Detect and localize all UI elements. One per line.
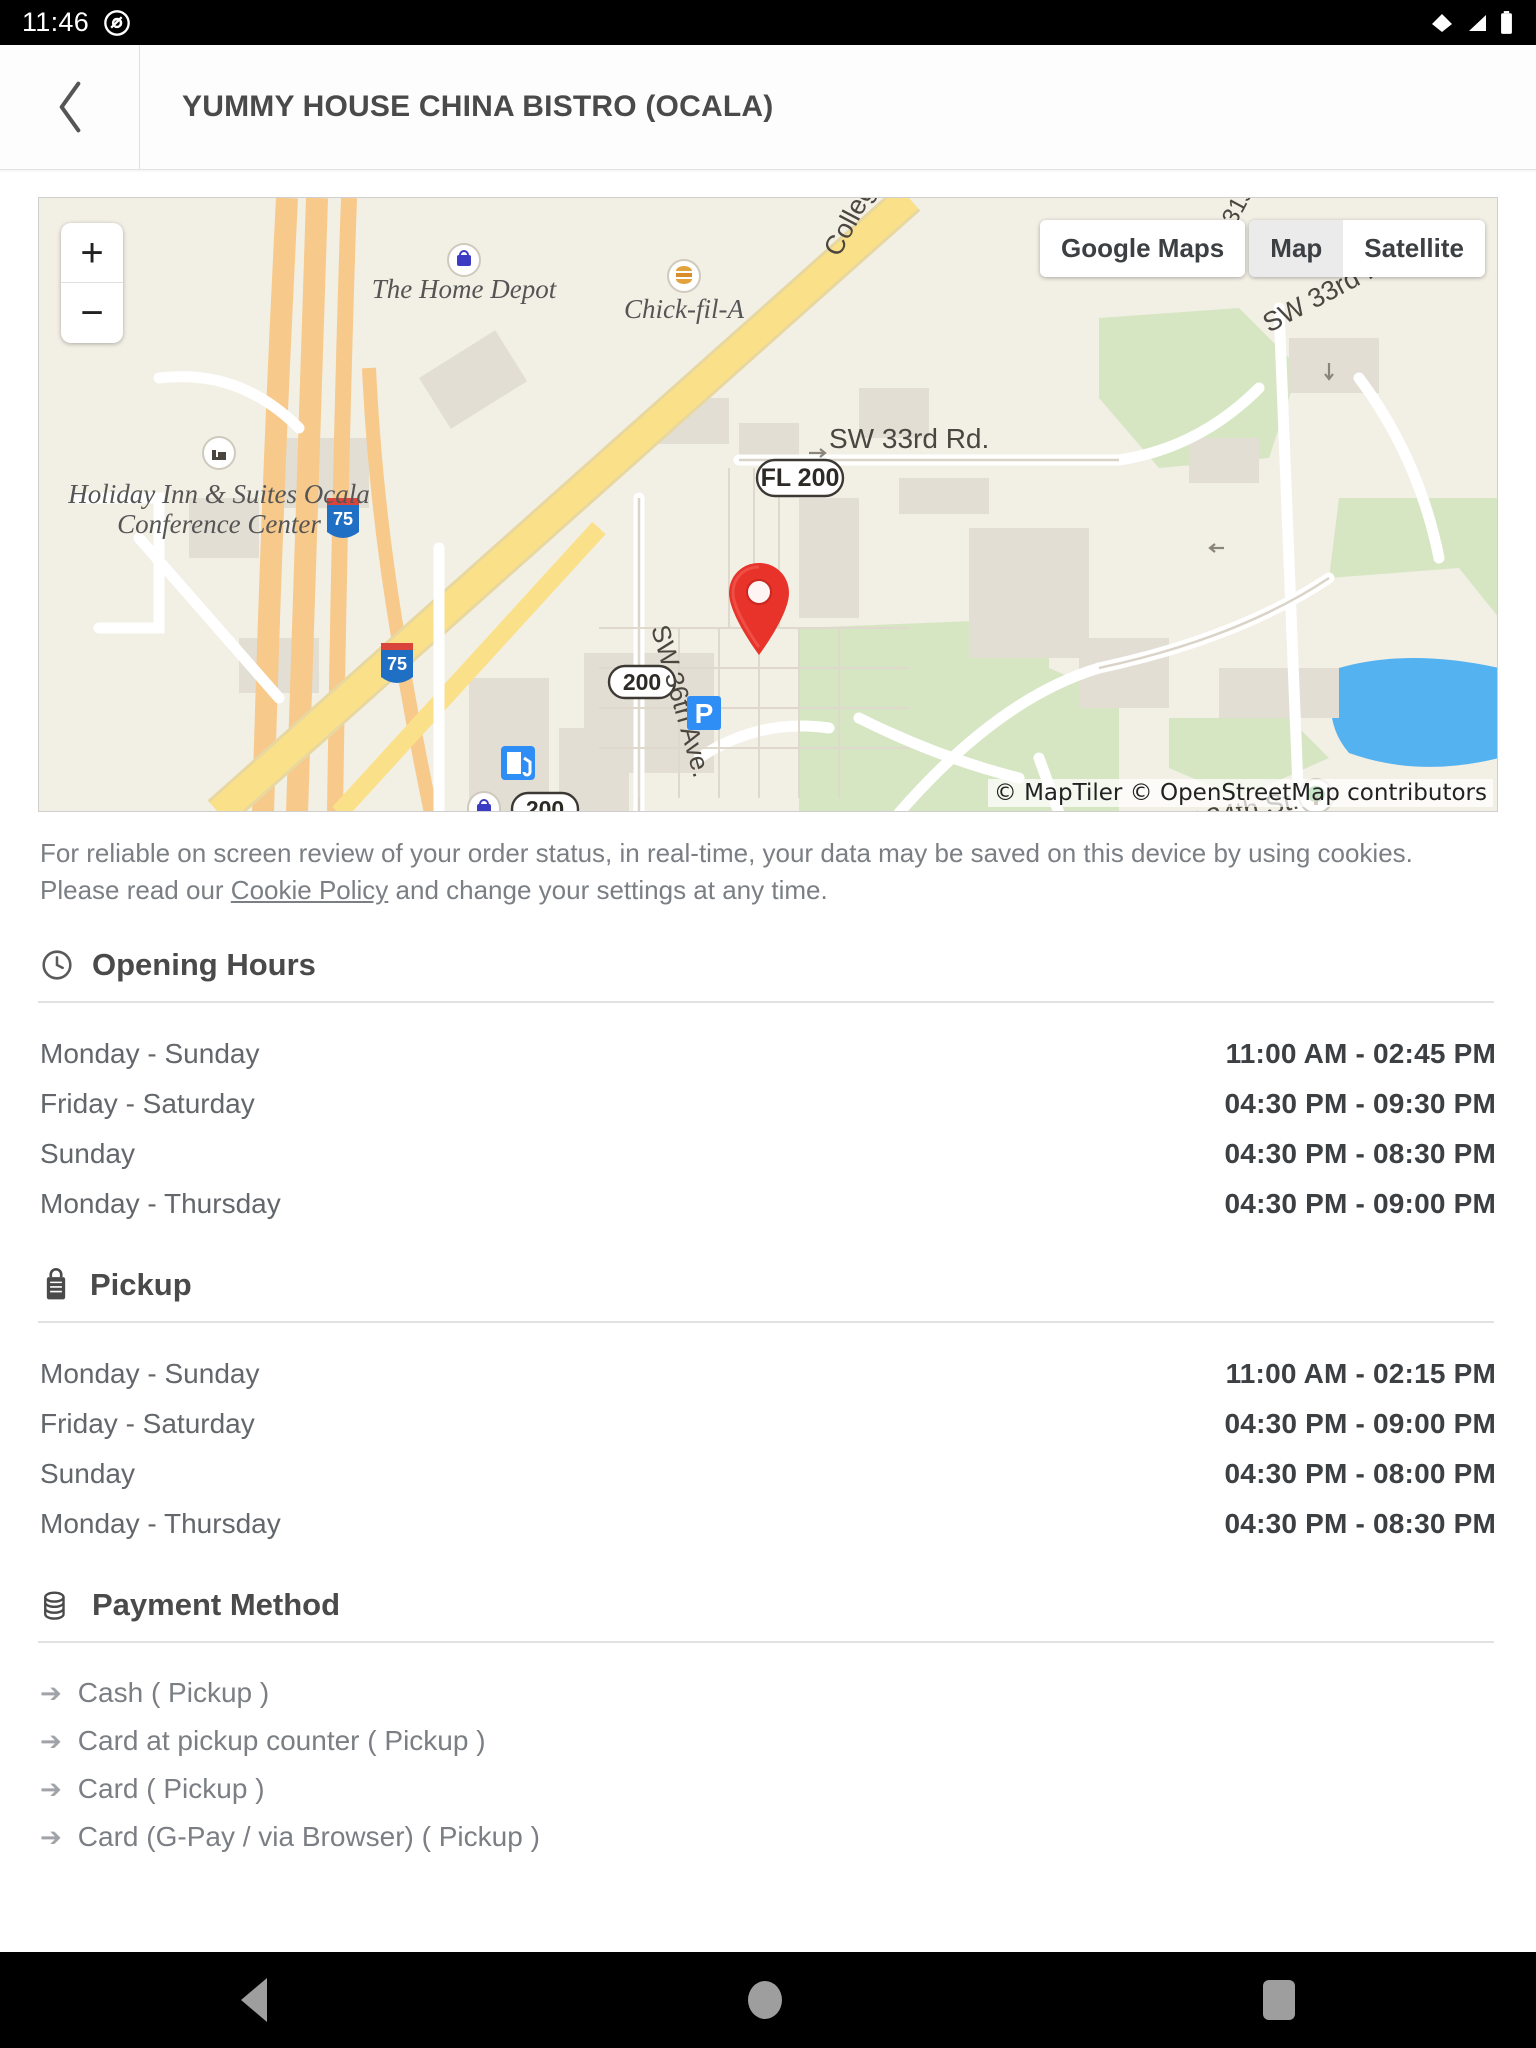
map-canvas[interactable]: FL 200 200 200 FL 200 75 <box>38 197 1498 812</box>
list-item: ➔ Card at pickup counter ( Pickup ) <box>40 1717 1496 1765</box>
payment-method-list: ➔ Cash ( Pickup ) ➔ Card at pickup count… <box>40 1643 1496 1861</box>
payment-method-label: Card at pickup counter ( Pickup ) <box>77 1724 486 1756</box>
payment-method-label: Cash ( Pickup ) <box>77 1676 270 1708</box>
pickup-rows: Monday - Sunday 11:00 AM - 02:15 PM Frid… <box>40 1323 1496 1549</box>
arrow-right-icon: ➔ <box>40 1773 62 1804</box>
table-row: Monday - Thursday 04:30 PM - 08:30 PM <box>40 1499 1496 1549</box>
status-bar-left: 11:46 <box>22 7 131 38</box>
payment-method-label: Card (G-Pay / via Browser) ( Pickup ) <box>77 1820 540 1852</box>
opening-hours-header: Opening Hours <box>40 909 1496 1001</box>
svg-text:P: P <box>695 698 714 729</box>
hours-day: Sunday <box>40 1137 135 1169</box>
map-poi-gas-station <box>501 746 535 780</box>
table-row: Friday - Saturday 04:30 PM - 09:30 PM <box>40 1079 1496 1129</box>
opening-hours-rows: Monday - Sunday 11:00 AM - 02:45 PM Frid… <box>40 1003 1496 1229</box>
list-item: ➔ Card ( Pickup ) <box>40 1765 1496 1813</box>
svg-text:75: 75 <box>333 509 353 529</box>
map-type-map-button[interactable]: Map <box>1249 220 1344 277</box>
svg-text:Holiday Inn & Suites Ocala: Holiday Inn & Suites Ocala <box>67 479 369 509</box>
table-row: Monday - Sunday 11:00 AM - 02:45 PM <box>40 1029 1496 1079</box>
map-poi-parking: P <box>687 696 721 730</box>
hours-time: 04:30 PM - 09:00 PM <box>1224 1187 1496 1219</box>
shopping-bag-icon <box>46 1267 66 1300</box>
table-row: Friday - Saturday 04:30 PM - 09:00 PM <box>40 1399 1496 1449</box>
svg-text:FL 200: FL 200 <box>761 464 840 492</box>
pickup-header: Pickup <box>40 1229 1496 1321</box>
zoom-out-button[interactable]: − <box>61 283 123 343</box>
pickup-day: Monday - Thursday <box>40 1507 281 1539</box>
map-zoom-controls[interactable]: + − <box>61 223 123 343</box>
pickup-time: 04:30 PM - 09:00 PM <box>1224 1407 1496 1439</box>
pickup-section: Pickup Monday - Sunday 11:00 AM - 02:15 … <box>38 1229 1496 1549</box>
coins-icon <box>44 1591 65 1620</box>
payment-method-title: Payment Method <box>92 1586 341 1622</box>
svg-text:Conference Center: Conference Center <box>117 509 321 539</box>
chevron-left-icon <box>59 81 80 133</box>
table-row: Monday - Sunday 11:00 AM - 02:15 PM <box>40 1349 1496 1399</box>
svg-text:200: 200 <box>623 669 661 695</box>
pickup-time: 04:30 PM - 08:00 PM <box>1224 1457 1496 1489</box>
cookie-notice: For reliable on screen review of your or… <box>40 835 1470 909</box>
status-bar: 11:46 <box>0 0 1536 45</box>
google-maps-button[interactable]: Google Maps <box>1040 220 1246 277</box>
svg-text:200: 200 <box>526 796 564 812</box>
status-bar-clock: 11:46 <box>22 7 90 37</box>
battery-icon <box>1501 10 1512 34</box>
map-attribution: © MapTiler © OpenStreetMap contributors <box>987 779 1493 807</box>
svg-text:Chick-fil-A: Chick-fil-A <box>624 294 744 324</box>
home-circle-icon[interactable] <box>747 1981 782 2019</box>
map-tiles: FL 200 200 200 FL 200 75 <box>39 198 1497 812</box>
hours-day: Monday - Thursday <box>40 1187 281 1219</box>
recents-square-icon[interactable] <box>1263 1980 1296 2020</box>
table-row: Sunday 04:30 PM - 08:00 PM <box>40 1449 1496 1499</box>
back-button[interactable] <box>0 45 140 169</box>
opening-hours-title: Opening Hours <box>92 946 316 982</box>
clock-icon <box>42 950 72 980</box>
payment-method-label: Card ( Pickup ) <box>77 1772 265 1804</box>
status-bar-right <box>1429 10 1514 36</box>
hours-time: 04:30 PM - 08:30 PM <box>1224 1137 1496 1169</box>
hours-time: 11:00 AM - 02:45 PM <box>1225 1037 1496 1069</box>
map-type-toggle-group[interactable]: Map Satellite <box>1249 220 1485 277</box>
table-row: Monday - Thursday 04:30 PM - 09:00 PM <box>40 1179 1496 1229</box>
app-header: YUMMY HOUSE CHINA BISTRO (OCALA) <box>0 45 1536 170</box>
payment-method-section: Payment Method ➔ Cash ( Pickup ) ➔ Card … <box>38 1549 1496 1861</box>
pickup-title: Pickup <box>90 1266 192 1302</box>
hours-day: Monday - Sunday <box>40 1037 260 1069</box>
notification-icon <box>104 9 130 36</box>
map-layer-controls[interactable]: Google Maps Map Satellite <box>1040 220 1485 277</box>
pickup-day: Sunday <box>40 1457 135 1489</box>
signal-icon <box>1469 14 1486 31</box>
map-type-satellite-button[interactable]: Satellite <box>1343 220 1485 277</box>
android-nav-bar <box>0 1952 1536 2048</box>
cookie-policy-link[interactable]: Cookie Policy <box>231 875 389 905</box>
table-row: Sunday 04:30 PM - 08:30 PM <box>40 1129 1496 1179</box>
back-triangle-icon[interactable] <box>240 1978 267 2022</box>
arrow-right-icon: ➔ <box>40 1677 62 1708</box>
wifi-icon <box>1432 13 1452 32</box>
list-item: ➔ Card (G-Pay / via Browser) ( Pickup ) <box>40 1813 1496 1861</box>
opening-hours-section: Opening Hours Monday - Sunday 11:00 AM -… <box>38 909 1496 1229</box>
map-section: FL 200 200 200 FL 200 75 <box>0 170 1536 812</box>
pickup-day: Monday - Sunday <box>40 1357 260 1389</box>
arrow-right-icon: ➔ <box>40 1821 62 1852</box>
list-item: ➔ Cash ( Pickup ) <box>40 1669 1496 1717</box>
hours-day: Friday - Saturday <box>40 1087 255 1119</box>
svg-text:75: 75 <box>387 654 407 674</box>
pickup-day: Friday - Saturday <box>40 1407 255 1439</box>
svg-text:The Home Depot: The Home Depot <box>372 274 558 304</box>
map-road-label: SW 33rd Rd. <box>829 423 989 454</box>
zoom-in-button[interactable]: + <box>61 223 123 283</box>
payment-method-header: Payment Method <box>40 1549 1496 1641</box>
pickup-time: 04:30 PM - 08:30 PM <box>1224 1507 1496 1539</box>
cookie-notice-text-after: and change your settings at any time. <box>388 874 828 905</box>
pickup-time: 11:00 AM - 02:15 PM <box>1225 1357 1496 1389</box>
arrow-right-icon: ➔ <box>40 1725 62 1756</box>
page-title: YUMMY HOUSE CHINA BISTRO (OCALA) <box>182 90 774 123</box>
hours-time: 04:30 PM - 09:30 PM <box>1224 1087 1496 1119</box>
